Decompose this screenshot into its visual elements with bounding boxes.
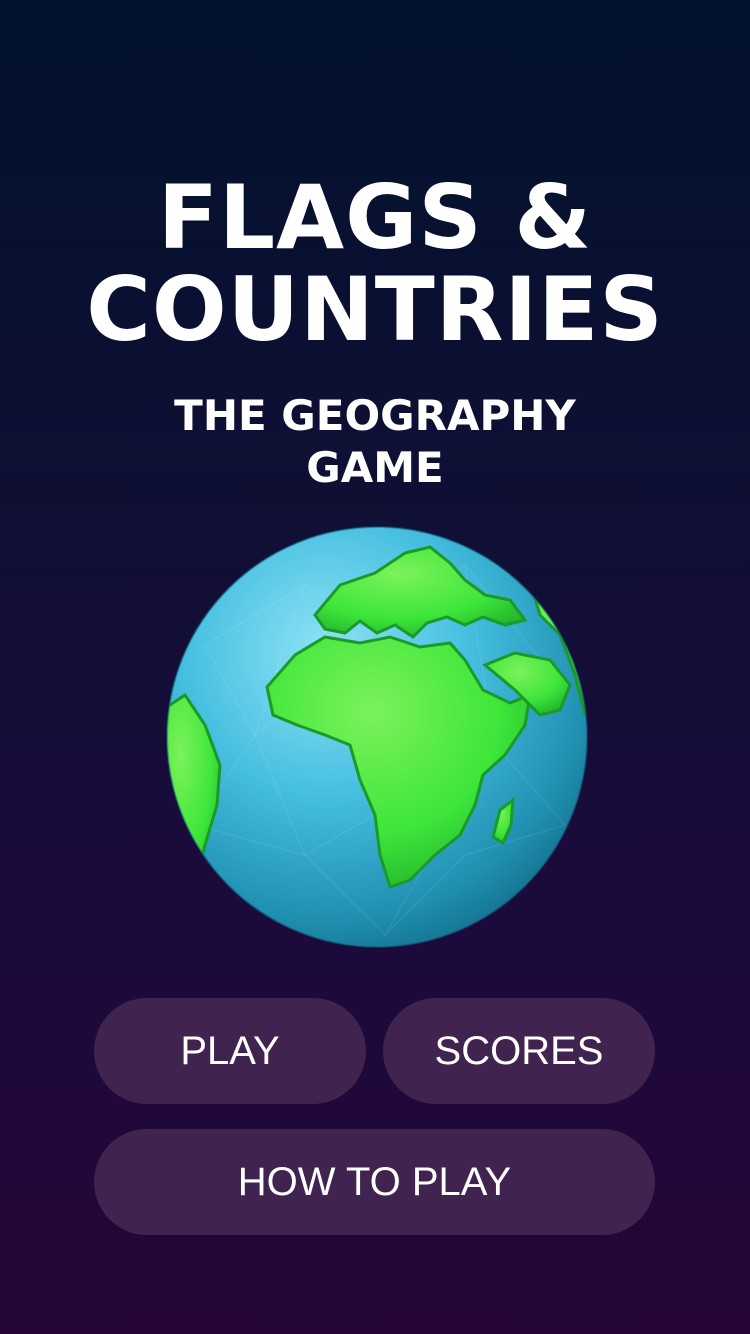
scores-button[interactable]: SCORES <box>383 998 655 1104</box>
game-title: FLAGS & COUNTRIES <box>0 172 750 356</box>
game-title-line-1: FLAGS & <box>157 166 593 269</box>
game-title-line-2: COUNTRIES <box>86 258 664 361</box>
main-menu-screen: FLAGS & COUNTRIES THE GEOGRAPHY GAME PLA… <box>0 0 750 1334</box>
game-subtitle-line-2: GAME <box>306 443 444 492</box>
play-button[interactable]: PLAY <box>94 998 366 1104</box>
globe-icon <box>166 526 588 948</box>
how-to-play-button[interactable]: HOW TO PLAY <box>94 1129 655 1235</box>
game-subtitle: THE GEOGRAPHY GAME <box>0 390 750 494</box>
game-subtitle-line-1: THE GEOGRAPHY <box>174 391 576 440</box>
